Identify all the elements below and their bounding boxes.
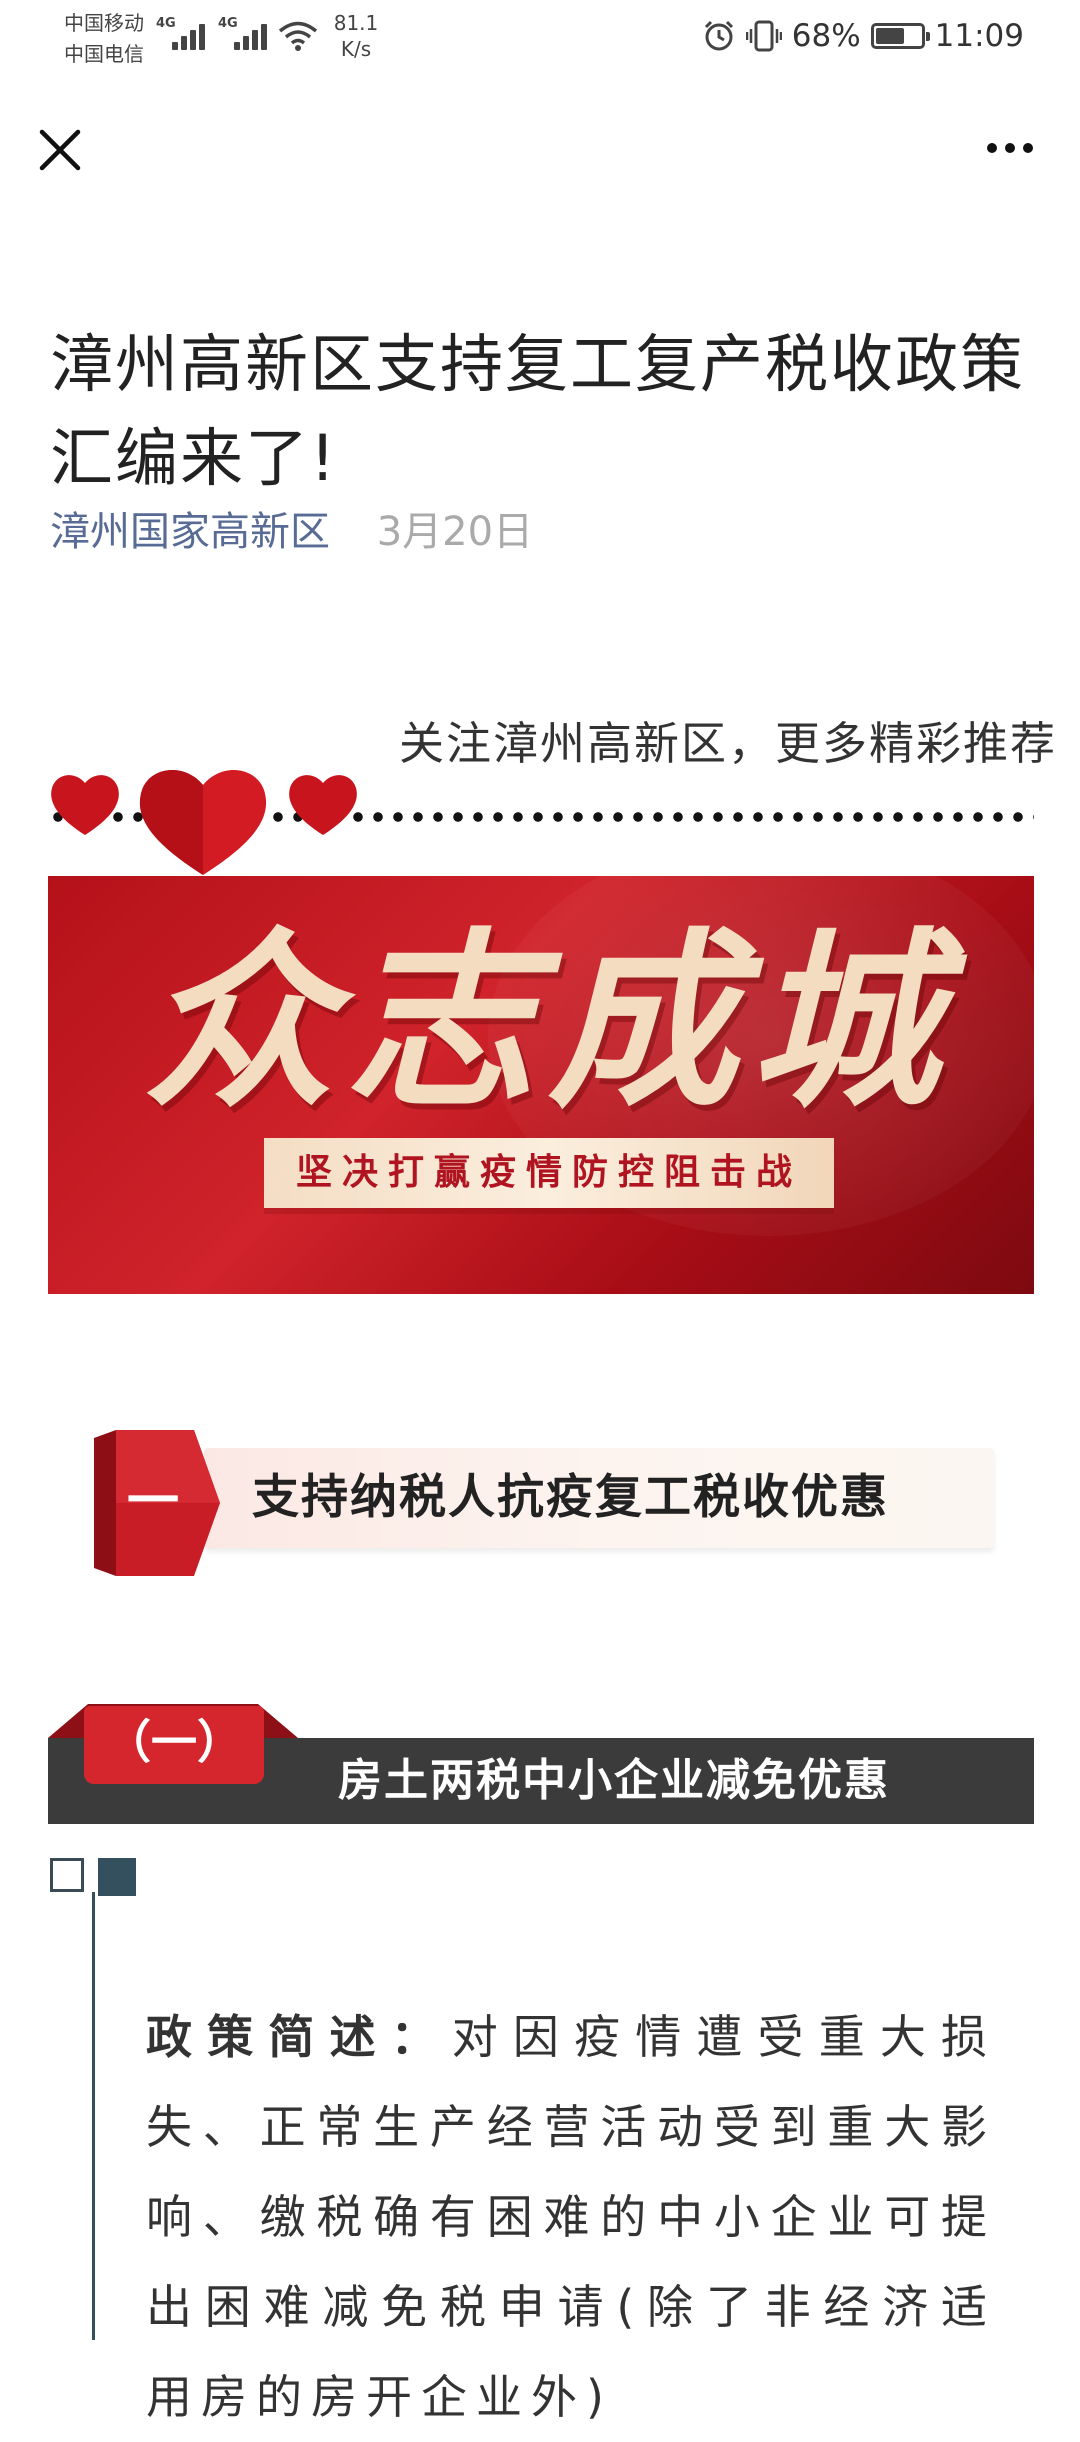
vertical-rule — [92, 1892, 95, 2340]
carrier-1: 中国移动 — [64, 11, 144, 35]
article-meta: 漳州国家高新区 3月20日 — [50, 502, 533, 562]
banner-slogan: 坚决打赢疫情防控阻击战 — [264, 1138, 834, 1208]
carrier-labels: 中国移动 中国电信 — [64, 8, 144, 70]
section-heading: 一 支持纳税人抗疫复工税收优惠 — [94, 1428, 994, 1578]
subsection-heading: （一） 房土两税中小企业减免优惠 — [48, 1700, 1034, 1830]
close-icon[interactable] — [30, 120, 90, 180]
section-number: 一 — [126, 1472, 179, 1532]
author-link[interactable]: 漳州国家高新区 — [50, 509, 330, 555]
policy-label: 政策简述： — [146, 2010, 452, 2064]
decor-squares — [50, 1858, 150, 1898]
battery-percent: 68% — [791, 18, 861, 54]
follow-banner: 关注漳州高新区，更多精彩推荐 — [48, 710, 1055, 875]
outline-square — [50, 1858, 84, 1892]
policy-paragraph: 政策简述：对因疫情遭受重大损失、正常生产经营活动受到重大影响、缴税确有困难的中小… — [146, 1992, 996, 2442]
vibrate-icon — [745, 20, 782, 52]
banner-calligraphy: 众志成城 — [143, 910, 952, 1133]
nav-bar — [0, 100, 1080, 192]
hearts-icon — [51, 770, 357, 875]
wifi-icon — [278, 21, 318, 51]
carrier-2: 中国电信 — [64, 42, 144, 66]
publish-date: 3月20日 — [376, 509, 534, 555]
article-title: 漳州高新区支持复工复产税收政策汇编来了! — [50, 328, 1025, 496]
section-title: 支持纳税人抗疫复工税收优惠 — [252, 1470, 889, 1525]
more-options-icon[interactable] — [970, 120, 1050, 180]
speed-unit: K/s — [340, 37, 372, 61]
battery-icon — [870, 23, 930, 49]
status-bar: 中国移动 中国电信 4G 4G 81.1 K/s 68% 11:09 — [0, 0, 1080, 78]
policy-text: 对因疫情遭受重大损失、正常生产经营活动受到重大影响、缴税确有困难的中小企业可提出… — [146, 2010, 997, 2424]
follow-text: 关注漳州高新区，更多精彩推荐 — [398, 717, 1057, 770]
clock: 11:09 — [934, 18, 1024, 54]
banner-image: 众志成城 坚决打赢疫情防控阻击战 — [48, 876, 1034, 1294]
alarm-icon — [704, 20, 733, 51]
subsection-number: （一） — [84, 1706, 264, 1784]
status-right: 68% 11:09 — [702, 16, 1024, 56]
filled-square — [98, 1858, 136, 1896]
subsection-title: 房土两税中小企业减免优惠 — [338, 1755, 890, 1806]
speed-value: 81.1 — [333, 11, 379, 35]
network-speed: 81.1 K/s — [326, 10, 386, 62]
